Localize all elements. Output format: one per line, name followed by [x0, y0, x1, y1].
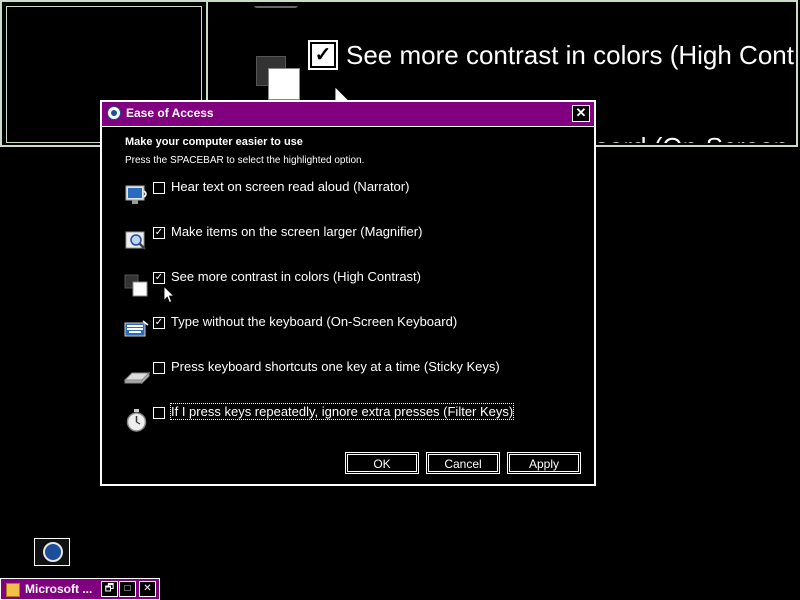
sticky-keys-icon: [124, 371, 150, 385]
magnified-option-text-2: board (On-Screen: [580, 132, 788, 143]
ok-button[interactable]: OK: [345, 452, 419, 474]
taskbar-window-button[interactable]: Microsoft ... 🗗 □ ✕: [0, 578, 160, 600]
cancel-button[interactable]: Cancel: [426, 452, 500, 474]
apply-button[interactable]: Apply: [507, 452, 581, 474]
dialog-instructions: Press the SPACEBAR to select the highlig…: [125, 155, 365, 166]
dialog-title: Ease of Access: [126, 106, 214, 120]
magnified-option-text: See more contrast in colors (High Cont: [346, 40, 794, 70]
magnified-high-contrast-icon: [256, 56, 304, 100]
ease-of-access-shortcut-icon[interactable]: [34, 538, 70, 566]
narrator-checkbox[interactable]: [153, 182, 165, 194]
option-filter-keys[interactable]: If I press keys repeatedly, ignore extra…: [124, 403, 564, 443]
magnifier-checkbox[interactable]: ✓: [153, 227, 165, 239]
mouse-cursor-icon: [164, 286, 175, 304]
magnifier-label[interactable]: Make items on the screen larger (Magnifi…: [171, 224, 422, 239]
desktop: ✓ See more contrast in colors (High Cont…: [0, 0, 800, 600]
stopwatch-icon: [126, 409, 147, 432]
option-magnifier[interactable]: ✓ Make items on the screen larger (Magni…: [124, 224, 564, 263]
high-contrast-label[interactable]: See more contrast in colors (High Contra…: [171, 269, 421, 284]
option-sticky-keys[interactable]: Press keyboard shortcuts one key at a ti…: [124, 359, 564, 398]
high-contrast-icon: [124, 274, 148, 297]
sticky-keys-label[interactable]: Press keyboard shortcuts one key at a ti…: [171, 359, 500, 374]
keyboard-icon: [124, 320, 149, 337]
filter-keys-label[interactable]: If I press keys repeatedly, ignore extra…: [169, 403, 515, 420]
option-narrator[interactable]: Hear text on screen read aloud (Narrator…: [124, 179, 564, 218]
dialog-heading: Make your computer easier to use: [125, 136, 303, 148]
ease-of-access-dialog: Ease of Access ✕ Make your computer easi…: [100, 100, 596, 486]
on-screen-keyboard-checkbox[interactable]: ✓: [153, 317, 165, 329]
magnified-checkbox: ✓: [308, 40, 338, 70]
taskbar-window-label: Microsoft ...: [25, 582, 93, 596]
restore-button[interactable]: 🗗: [101, 581, 118, 597]
maximize-button[interactable]: □: [119, 581, 136, 597]
app-icon: [6, 583, 20, 597]
on-screen-keyboard-label[interactable]: Type without the keyboard (On-Screen Key…: [171, 314, 457, 329]
taskbar-close-button[interactable]: ✕: [139, 581, 156, 597]
sticky-keys-checkbox[interactable]: [153, 362, 165, 374]
high-contrast-checkbox[interactable]: ✓: [153, 272, 165, 284]
ease-of-access-icon: [107, 106, 121, 120]
magnifier-icon: [125, 231, 146, 250]
option-high-contrast[interactable]: ✓ See more contrast in colors (High Cont…: [124, 269, 564, 308]
dialog-titlebar[interactable]: Ease of Access ✕: [102, 102, 594, 127]
narrator-icon: [125, 185, 147, 204]
magnified-fragment: [254, 6, 298, 8]
narrator-label[interactable]: Hear text on screen read aloud (Narrator…: [171, 179, 409, 194]
close-button[interactable]: ✕: [572, 105, 590, 122]
option-on-screen-keyboard[interactable]: ✓ Type without the keyboard (On-Screen K…: [124, 314, 564, 353]
filter-keys-checkbox[interactable]: [153, 407, 165, 419]
